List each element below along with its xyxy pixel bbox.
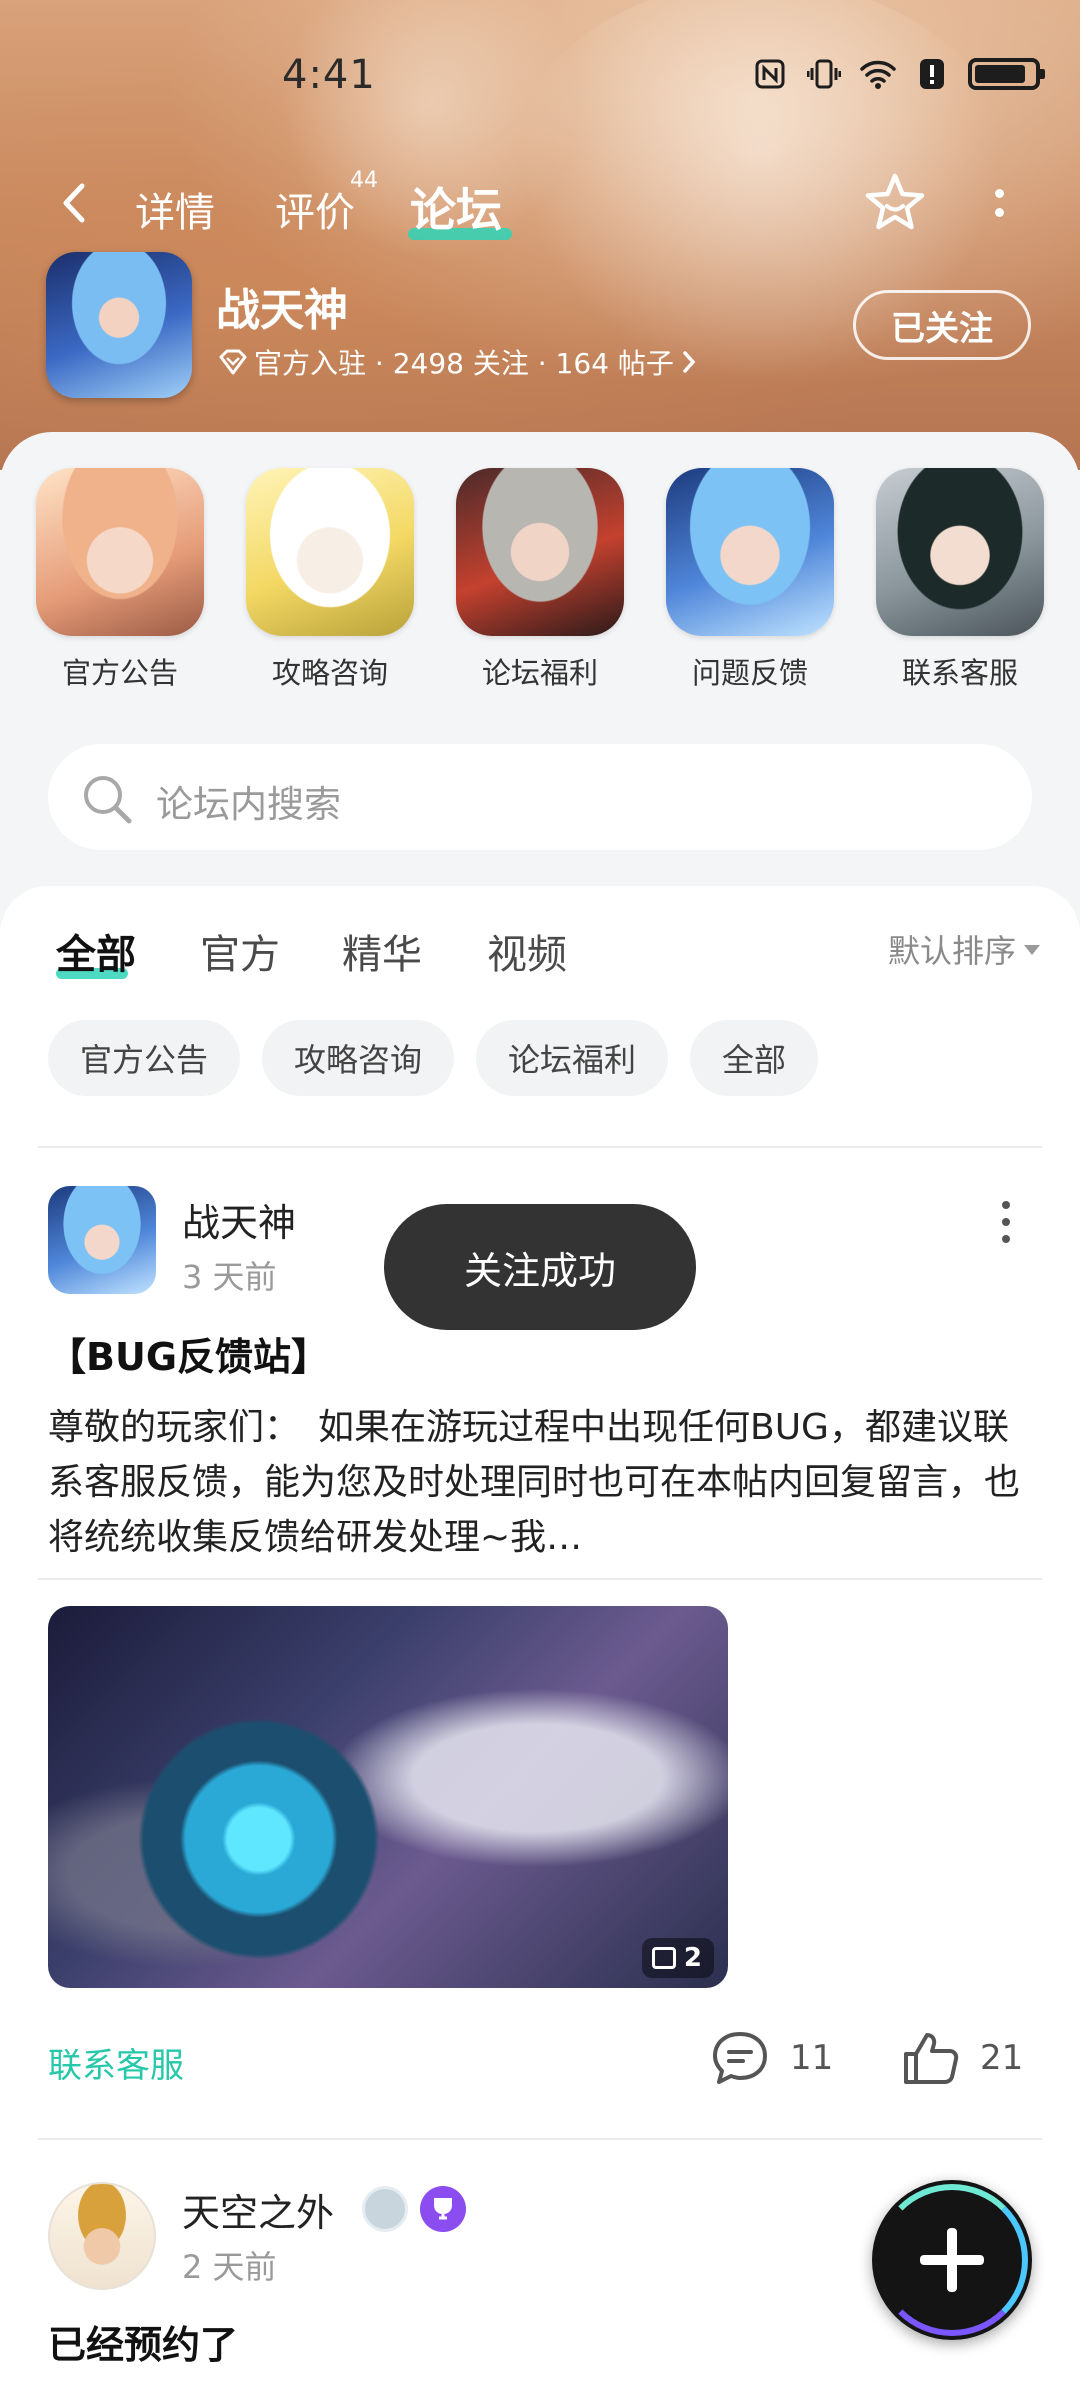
favorite-star-icon[interactable] <box>862 170 928 236</box>
toast-message: 关注成功 <box>384 1204 696 1330</box>
post-time: 3 天前 <box>182 1258 277 1296</box>
game-info: 战天神 官方入驻 · 2498 关注 · 164 帖子 已关注 <box>0 250 1080 400</box>
category-image <box>666 468 834 636</box>
category-shortcuts: 官方公告 攻略咨询 论坛福利 问题反馈 联系客服 <box>0 468 1080 698</box>
tab-review[interactable]: 评价 <box>275 180 355 238</box>
sort-label: 默认排序 <box>887 932 1016 970</box>
more-options-icon[interactable] <box>984 178 1014 228</box>
feed-tab-essence[interactable]: 精华 <box>342 922 422 980</box>
nfc-icon <box>752 59 788 89</box>
category-feedback[interactable]: 问题反馈 <box>665 468 835 692</box>
image-count-badge: 2 <box>641 1938 714 1978</box>
game-name: 战天神 <box>216 285 348 336</box>
comment-count: 11 <box>790 2038 834 2078</box>
divider <box>38 1146 1042 1148</box>
official-diamond-icon <box>219 349 247 375</box>
category-guide[interactable]: 攻略咨询 <box>245 468 415 692</box>
comment-icon <box>713 2032 767 2084</box>
feed-tabs: 全部 官方 精华 视频 默认排序 <box>0 886 1080 1006</box>
divider <box>38 2138 1042 2140</box>
status-time: 4:41 <box>282 52 376 98</box>
category-customer-service[interactable]: 联系客服 <box>875 468 1045 692</box>
like-button[interactable]: 21 <box>902 2028 1023 2088</box>
chip-announcement[interactable]: 官方公告 <box>48 1020 241 1096</box>
category-image <box>876 468 1044 636</box>
thumbs-up-icon <box>904 2033 959 2084</box>
tab-detail[interactable]: 详情 <box>135 180 215 238</box>
avatar[interactable] <box>48 2182 156 2290</box>
divider <box>38 1578 1042 1580</box>
category-image <box>456 468 624 636</box>
vibrate-icon <box>806 59 842 89</box>
like-count: 21 <box>980 2038 1024 2078</box>
feed-tab-all[interactable]: 全部 <box>56 922 136 980</box>
game-icon <box>46 252 192 398</box>
chip-guide[interactable]: 攻略咨询 <box>262 1020 455 1096</box>
image-icon <box>651 1947 676 1969</box>
game-meta-text: 官方入驻 · 2498 关注 · 164 帖子 <box>254 347 674 380</box>
post-image[interactable]: 2 <box>48 1606 728 1988</box>
tab-forum[interactable]: 论坛 <box>410 174 502 240</box>
post-tag-link[interactable]: 联系客服 <box>48 2038 184 2087</box>
user-level-badge-icon <box>362 2186 408 2232</box>
status-bar: 4:41 <box>0 0 1080 150</box>
feed-tab-official[interactable]: 官方 <box>200 922 280 980</box>
image-count: 2 <box>683 1943 702 1973</box>
avatar[interactable] <box>48 1186 156 1294</box>
post-title: 【BUG反馈站】 <box>48 1335 330 1379</box>
alert-icon <box>914 59 950 89</box>
category-label: 联系客服 <box>901 656 1018 690</box>
feed-tab-video[interactable]: 视频 <box>487 922 567 980</box>
caret-down-icon <box>1024 945 1040 955</box>
post-time: 2 天前 <box>182 2248 277 2286</box>
new-post-button[interactable] <box>872 2180 1032 2340</box>
post-author[interactable]: 天空之外 <box>182 2182 334 2237</box>
status-icons <box>752 58 1045 90</box>
category-welfare[interactable]: 论坛福利 <box>455 468 625 692</box>
plus-icon <box>920 2228 984 2292</box>
chevron-right-icon <box>683 351 696 373</box>
post-title: 已经预约了 <box>48 2323 239 2367</box>
chip-welfare[interactable]: 论坛福利 <box>476 1020 669 1096</box>
post-more-icon[interactable] <box>998 1192 1014 1252</box>
review-count: 44 <box>350 168 378 193</box>
wifi-icon <box>860 59 896 89</box>
back-button[interactable] <box>52 178 102 228</box>
follow-button[interactable]: 已关注 <box>853 290 1031 360</box>
post-footer: 联系客服 11 21 <box>0 2028 1080 2088</box>
sort-dropdown[interactable]: 默认排序 <box>888 926 1040 972</box>
post-body: 尊敬的玩家们： 如果在游玩过程中出现任何BUG，都建议联系客服反馈，能为您及时处… <box>48 1407 1021 1558</box>
game-meta[interactable]: 官方入驻 · 2498 关注 · 164 帖子 <box>218 342 698 382</box>
chip-all[interactable]: 全部 <box>690 1020 819 1096</box>
header-banner: 4:41 详情 评价 44 论坛 战天神 官方入驻 · 2498 关注 · 16… <box>0 0 1080 470</box>
category-label: 论坛福利 <box>481 656 598 690</box>
search-icon <box>80 772 134 826</box>
category-label: 攻略咨询 <box>271 656 388 690</box>
comment-button[interactable]: 11 <box>710 2028 833 2088</box>
search-input[interactable]: 论坛内搜索 <box>48 744 1032 850</box>
category-announcement[interactable]: 官方公告 <box>35 468 205 692</box>
search-placeholder: 论坛内搜索 <box>156 783 341 826</box>
category-image <box>246 468 414 636</box>
filter-chips: 官方公告 攻略咨询 论坛福利 全部 <box>48 1020 819 1096</box>
post-author[interactable]: 战天神 <box>182 1192 296 1247</box>
category-image <box>36 468 204 636</box>
category-label: 问题反馈 <box>691 656 808 690</box>
category-label: 官方公告 <box>61 656 178 690</box>
trophy-badge-icon <box>420 2186 466 2232</box>
battery-icon <box>968 58 1045 90</box>
top-nav: 详情 评价 44 论坛 <box>0 160 1080 250</box>
